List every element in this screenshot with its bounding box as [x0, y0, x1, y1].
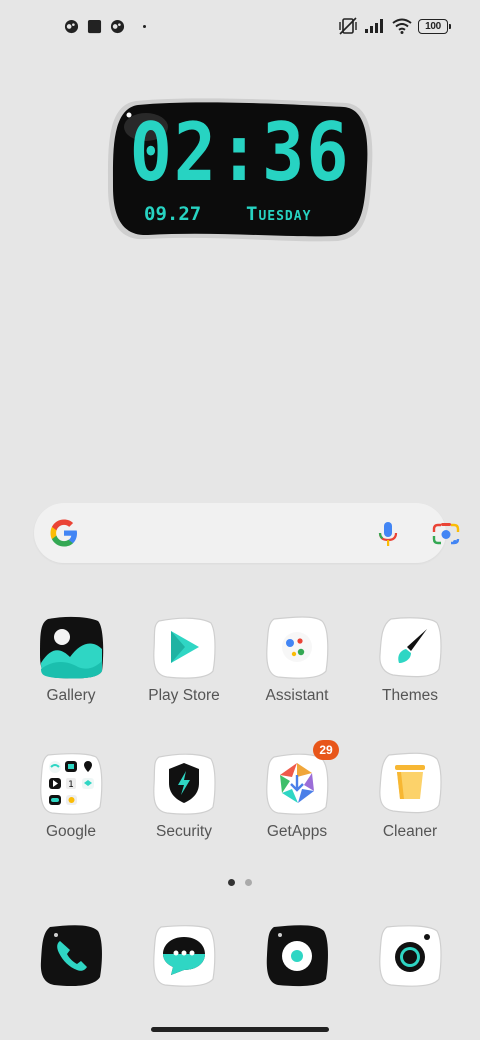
app-label: Gallery	[46, 687, 96, 704]
app-gallery[interactable]: Gallery	[16, 615, 126, 725]
app-label: Cleaner	[382, 823, 438, 840]
clock-day: Tuesday	[246, 203, 312, 225]
wifi-icon	[392, 18, 412, 34]
app-google-folder[interactable]: 1 Google	[16, 751, 126, 861]
page-dot-active	[228, 879, 235, 886]
page-indicator	[228, 879, 252, 886]
google-g-icon	[50, 519, 77, 547]
home-indicator[interactable]	[151, 1027, 329, 1032]
dock-camera[interactable]	[355, 923, 465, 1033]
dock-messages[interactable]	[129, 923, 239, 1033]
messages-icon	[153, 925, 216, 987]
app-themes[interactable]: Themes	[355, 615, 465, 725]
battery-icon: 100	[418, 18, 451, 34]
signal-icon	[365, 19, 383, 33]
getapps-notification-badge: 29	[313, 740, 339, 760]
play-store-icon	[153, 617, 216, 679]
app-label: Security	[156, 823, 212, 840]
security-icon	[153, 753, 216, 815]
battery-level: 100	[425, 20, 441, 32]
vibrate-off-icon	[339, 17, 357, 35]
clock-date: 09.27	[144, 203, 202, 225]
app-label: GetApps	[266, 823, 328, 840]
app-cleaner[interactable]: Cleaner	[355, 751, 465, 861]
camera-icon	[379, 925, 442, 987]
gallery-icon	[40, 616, 104, 679]
app-label: Themes	[382, 687, 438, 704]
phone-icon	[40, 925, 102, 987]
clock-time: 02:36	[129, 106, 351, 199]
google-folder-icon: 1	[40, 753, 103, 815]
themes-icon	[379, 617, 442, 678]
page-dot	[245, 879, 252, 886]
notification-app-icon	[110, 19, 125, 34]
dock-phone[interactable]	[16, 923, 126, 1033]
app-getapps[interactable]: GetApps	[242, 751, 352, 861]
app-label: Play Store	[148, 687, 220, 704]
status-bar: 100	[0, 0, 480, 56]
notification-square-icon	[87, 19, 102, 34]
app-label: Assistant	[265, 687, 329, 704]
getapps-icon	[266, 753, 329, 815]
microphone-icon[interactable]	[376, 521, 400, 547]
more-notifications-dot	[143, 25, 146, 28]
google-search-bar[interactable]	[34, 503, 460, 563]
app-label: Google	[46, 823, 96, 840]
google-lens-icon[interactable]	[432, 521, 460, 547]
app-assistant[interactable]: Assistant	[242, 615, 352, 725]
notification-app-icon	[64, 19, 79, 34]
notification-icons	[64, 19, 146, 34]
dock-browser[interactable]	[242, 923, 352, 1033]
browser-icon	[266, 925, 328, 987]
svg-text:1: 1	[68, 780, 74, 790]
cleaner-icon	[379, 752, 442, 814]
assistant-icon	[266, 616, 329, 679]
app-security[interactable]: Security	[129, 751, 239, 861]
clock-widget[interactable]: 02:36 09.27 Tuesday	[106, 97, 374, 243]
app-play-store[interactable]: Play Store	[129, 615, 239, 725]
